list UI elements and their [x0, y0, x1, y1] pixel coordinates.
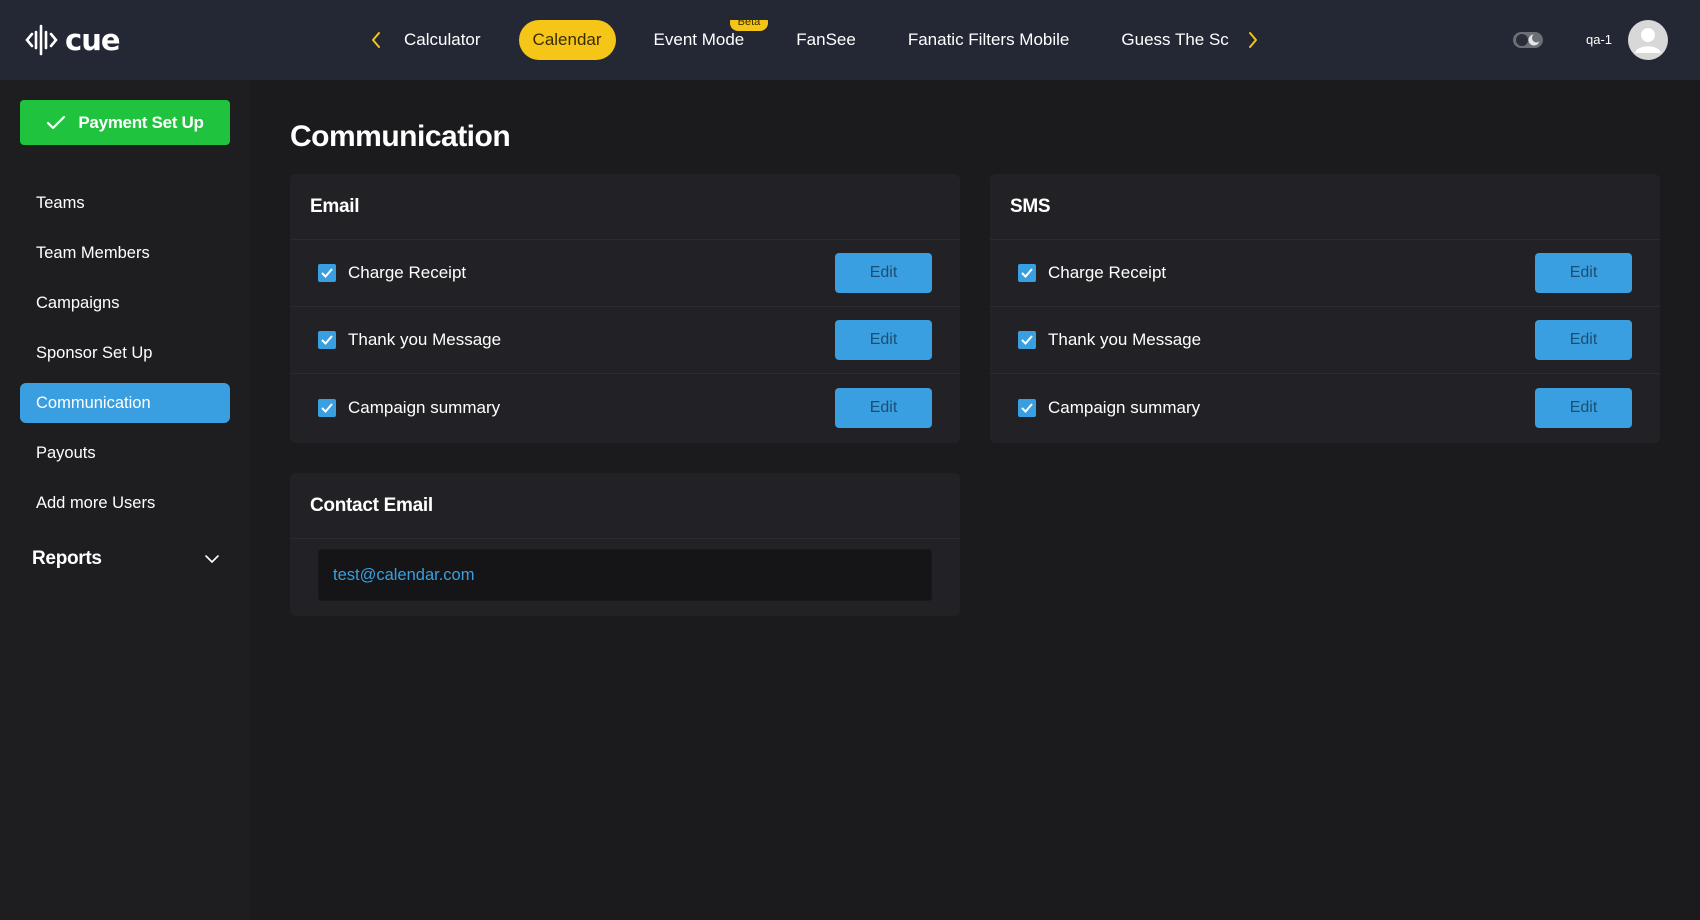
sidebar-item-team-members[interactable]: Team Members — [20, 233, 230, 273]
row-label: Thank you Message — [348, 330, 502, 349]
tabs-next-arrow[interactable] — [1241, 26, 1265, 54]
tab-calendar[interactable]: Calendar — [518, 20, 616, 60]
edit-button[interactable]: Edit — [1535, 387, 1632, 428]
dark-mode-toggle-icon — [1513, 32, 1543, 48]
edit-button[interactable]: Edit — [1535, 253, 1632, 293]
tabs-prev-arrow[interactable] — [364, 26, 388, 54]
campaign-summary-checkbox[interactable] — [1018, 398, 1036, 417]
list-item: Campaign summary Edit — [290, 374, 960, 441]
edit-button[interactable]: Edit — [835, 253, 932, 293]
tab-label: Fanatic Filters Mobile — [907, 30, 1070, 49]
list-item: Charge Receipt Edit — [290, 240, 960, 307]
user-icon — [1635, 28, 1661, 53]
checkmark-icon — [1021, 402, 1033, 413]
reports-label: Reports — [32, 548, 102, 569]
sidebar-item-campaigns[interactable]: Campaigns — [20, 283, 230, 323]
contact-email-title: Contact Email — [290, 473, 960, 539]
tab-fansee[interactable]: FanSee — [782, 20, 870, 60]
sidebar-item-label: Payouts — [36, 443, 96, 462]
payment-set-up-button[interactable]: Payment Set Up — [20, 100, 230, 145]
sidebar-item-label: Team Members — [36, 243, 150, 262]
tab-fanatic-filters-mobile[interactable]: Fanatic Filters Mobile — [894, 20, 1084, 60]
edit-button[interactable]: Edit — [835, 387, 932, 428]
tab-label: Calculator — [404, 30, 481, 49]
sidebar-item-label: Add more Users — [36, 493, 156, 512]
row-label: Thank you Message — [1048, 330, 1202, 349]
sidebar-item-label: Campaigns — [36, 293, 120, 312]
chevron-right-icon — [1249, 32, 1257, 48]
row-label: Charge Receipt — [348, 263, 467, 282]
list-item: Thank you Message Edit — [990, 307, 1660, 374]
campaign-summary-checkbox[interactable] — [318, 398, 336, 417]
tab-label: Guess The Sc — [1121, 30, 1229, 49]
tab-event-mode[interactable]: Event Mode Beta — [640, 20, 769, 60]
row-label: Charge Receipt — [1048, 263, 1167, 282]
app-tabs: Calculator Calendar Event Mode Beta FanS… — [390, 20, 1230, 60]
contact-email-field[interactable]: test@calendar.com — [318, 549, 932, 601]
sound-wave-icon — [25, 24, 58, 56]
payment-set-up-label: Payment Set Up — [78, 112, 204, 132]
tab-label: Event Mode — [653, 30, 745, 49]
username: qa-1 — [1586, 32, 1613, 47]
charge-receipt-checkbox[interactable] — [318, 264, 336, 282]
theme-toggle[interactable] — [1512, 29, 1544, 51]
tab-guess-the-score[interactable]: Guess The Sc — [1107, 20, 1230, 60]
sidebar-item-teams[interactable]: Teams — [20, 183, 230, 223]
list-item: Charge Receipt Edit — [990, 240, 1660, 307]
cue-logo[interactable]: cue — [25, 20, 121, 60]
row-label: Campaign summary — [348, 397, 501, 417]
tab-label: FanSee — [796, 30, 856, 49]
contact-email-value: test@calendar.com — [333, 565, 475, 584]
page-title: Communication — [290, 120, 511, 153]
edit-button[interactable]: Edit — [835, 320, 932, 360]
check-icon — [47, 115, 66, 129]
email-card-title: Email — [290, 174, 960, 240]
top-bar: cue Calculator Calendar Event Mode Beta … — [0, 0, 1700, 80]
sidebar-item-add-more-users[interactable]: Add more Users — [20, 483, 230, 523]
list-item: Thank you Message Edit — [290, 307, 960, 374]
checkmark-icon — [321, 402, 333, 413]
sidebar: Payment Set Up Teams Team Members Campai… — [0, 80, 250, 920]
charge-receipt-checkbox[interactable] — [1018, 264, 1036, 282]
logo-text: cue — [65, 23, 121, 57]
beta-badge: Beta — [729, 20, 769, 31]
avatar[interactable] — [1628, 20, 1668, 60]
sms-card-title: SMS — [990, 174, 1660, 240]
checkmark-icon — [1021, 335, 1033, 345]
chevron-left-icon — [372, 32, 380, 48]
tab-label: Calendar — [532, 30, 602, 49]
row-label: Campaign summary — [1048, 397, 1201, 417]
sidebar-item-label: Communication — [36, 393, 151, 412]
thank-you-message-checkbox[interactable] — [1018, 331, 1036, 349]
sidebar-item-payouts[interactable]: Payouts — [20, 433, 230, 473]
tab-calculator[interactable]: Calculator — [390, 20, 495, 60]
checkmark-icon — [321, 335, 333, 345]
sidebar-item-label: Sponsor Set Up — [36, 343, 153, 362]
contact-email-card: Contact Email test@calendar.com — [290, 473, 960, 616]
chevron-down-icon — [205, 555, 219, 563]
list-item: Campaign summary Edit — [990, 374, 1660, 441]
checkmark-icon — [321, 268, 333, 278]
reports-dropdown[interactable]: Reports — [20, 539, 230, 579]
checkmark-icon — [1021, 268, 1033, 278]
sidebar-item-communication[interactable]: Communication — [20, 383, 230, 423]
edit-button[interactable]: Edit — [1535, 320, 1632, 360]
email-card: Email Charge Receipt Edit Thank you Mess… — [290, 174, 960, 443]
thank-you-message-checkbox[interactable] — [318, 331, 336, 349]
sidebar-item-sponsor-set-up[interactable]: Sponsor Set Up — [20, 333, 230, 373]
sms-card: SMS Charge Receipt Edit Thank you Messag… — [990, 174, 1660, 443]
sidebar-item-label: Teams — [36, 193, 85, 212]
